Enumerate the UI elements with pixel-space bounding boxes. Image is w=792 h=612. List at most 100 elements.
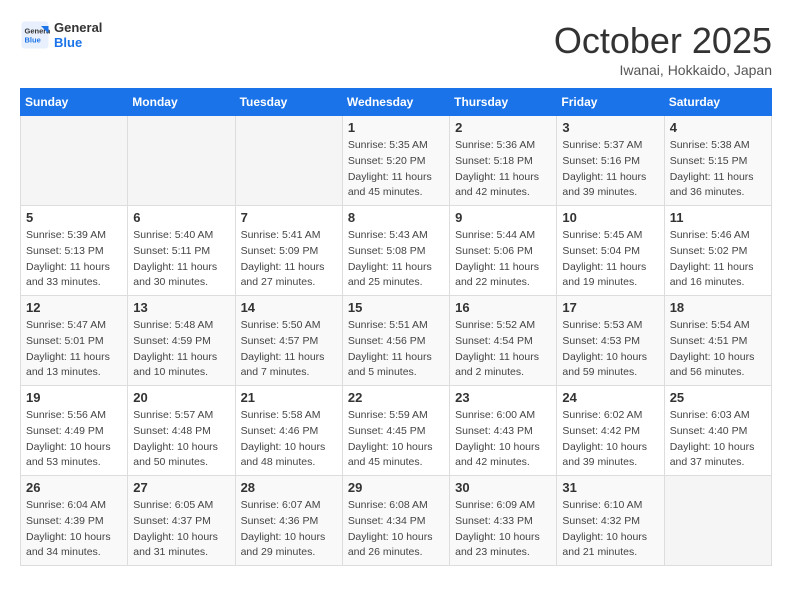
day-number: 30 bbox=[455, 480, 551, 495]
day-number: 24 bbox=[562, 390, 658, 405]
day-info: Sunrise: 5:48 AMSunset: 4:59 PMDaylight:… bbox=[133, 318, 229, 381]
calendar-cell: 19 Sunrise: 5:56 AMSunset: 4:49 PMDayligh… bbox=[21, 386, 128, 476]
day-info: Sunrise: 6:08 AMSunset: 4:34 PMDaylight:… bbox=[348, 498, 444, 561]
day-number: 19 bbox=[26, 390, 122, 405]
day-info: Sunrise: 5:35 AMSunset: 5:20 PMDaylight:… bbox=[348, 138, 444, 201]
day-number: 7 bbox=[241, 210, 337, 225]
day-number: 21 bbox=[241, 390, 337, 405]
calendar-week-row: 5 Sunrise: 5:39 AMSunset: 5:13 PMDaylight… bbox=[21, 206, 772, 296]
calendar-cell: 8Sunrise: 5:43 AMSunset: 5:08 PMDaylight… bbox=[342, 206, 449, 296]
day-number: 8 bbox=[348, 210, 444, 225]
weekday-header: Wednesday bbox=[342, 89, 449, 116]
calendar-cell: 26Sunrise: 6:04 AMSunset: 4:39 PMDayligh… bbox=[21, 476, 128, 566]
logo: General Blue General Blue bbox=[20, 20, 102, 50]
calendar-week-row: 12 Sunrise: 5:47 AMSunset: 5:01 PMDayligh… bbox=[21, 296, 772, 386]
day-number: 5 bbox=[26, 210, 122, 225]
day-info: Sunrise: 5:59 AMSunset: 4:45 PMDaylight:… bbox=[348, 408, 444, 471]
svg-text:Blue: Blue bbox=[25, 36, 41, 45]
page-header: General Blue General Blue October 2025 I… bbox=[20, 20, 772, 78]
day-info: Sunrise: 6:02 AMSunset: 4:42 PMDaylight:… bbox=[562, 408, 658, 471]
weekday-header: Saturday bbox=[664, 89, 771, 116]
day-info: Sunrise: 6:05 AMSunset: 4:37 PMDaylight:… bbox=[133, 498, 229, 561]
day-info: Sunrise: 5:39 AMSunset: 5:13 PMDaylight:… bbox=[26, 228, 122, 291]
day-number: 3 bbox=[562, 120, 658, 135]
calendar-week-row: 19 Sunrise: 5:56 AMSunset: 4:49 PMDayligh… bbox=[21, 386, 772, 476]
day-number: 20 bbox=[133, 390, 229, 405]
day-info: Sunrise: 5:56 AMSunset: 4:49 PMDaylight:… bbox=[26, 408, 122, 471]
day-number: 18 bbox=[670, 300, 766, 315]
day-number: 28 bbox=[241, 480, 337, 495]
location: Iwanai, Hokkaido, Japan bbox=[554, 62, 772, 78]
calendar-table: SundayMondayTuesdayWednesdayThursdayFrid… bbox=[20, 88, 772, 566]
day-number: 16 bbox=[455, 300, 551, 315]
weekday-header: Thursday bbox=[450, 89, 557, 116]
calendar-cell: 23Sunrise: 6:00 AMSunset: 4:43 PMDayligh… bbox=[450, 386, 557, 476]
calendar-cell bbox=[235, 116, 342, 206]
calendar-cell: 18 Sunrise: 5:54 AMSunset: 4:51 PMDayligh… bbox=[664, 296, 771, 386]
day-info: Sunrise: 5:50 AMSunset: 4:57 PMDaylight:… bbox=[241, 318, 337, 381]
calendar-cell: 10 Sunrise: 5:45 AMSunset: 5:04 PMDayligh… bbox=[557, 206, 664, 296]
calendar-cell: 1Sunrise: 5:35 AMSunset: 5:20 PMDaylight… bbox=[342, 116, 449, 206]
calendar-cell bbox=[128, 116, 235, 206]
day-number: 31 bbox=[562, 480, 658, 495]
calendar-cell: 20Sunrise: 5:57 AMSunset: 4:48 PMDayligh… bbox=[128, 386, 235, 476]
logo-icon: General Blue bbox=[20, 20, 50, 50]
month-title: October 2025 bbox=[554, 20, 772, 62]
day-number: 6 bbox=[133, 210, 229, 225]
calendar-cell: 6 Sunrise: 5:40 AMSunset: 5:11 PMDaylight… bbox=[128, 206, 235, 296]
calendar-cell: 9 Sunrise: 5:44 AMSunset: 5:06 PMDaylight… bbox=[450, 206, 557, 296]
day-info: Sunrise: 5:40 AMSunset: 5:11 PMDaylight:… bbox=[133, 228, 229, 291]
weekday-header-row: SundayMondayTuesdayWednesdayThursdayFrid… bbox=[21, 89, 772, 116]
calendar-cell: 28 Sunrise: 6:07 AMSunset: 4:36 PMDayligh… bbox=[235, 476, 342, 566]
day-info: Sunrise: 5:45 AMSunset: 5:04 PMDaylight:… bbox=[562, 228, 658, 291]
day-number: 13 bbox=[133, 300, 229, 315]
calendar-cell bbox=[664, 476, 771, 566]
calendar-cell: 3Sunrise: 5:37 AMSunset: 5:16 PMDaylight… bbox=[557, 116, 664, 206]
day-number: 15 bbox=[348, 300, 444, 315]
day-number: 2 bbox=[455, 120, 551, 135]
weekday-header: Sunday bbox=[21, 89, 128, 116]
calendar-cell: 27 Sunrise: 6:05 AMSunset: 4:37 PMDayligh… bbox=[128, 476, 235, 566]
day-info: Sunrise: 5:51 AMSunset: 4:56 PMDaylight:… bbox=[348, 318, 444, 381]
day-info: Sunrise: 5:38 AMSunset: 5:15 PMDaylight:… bbox=[670, 138, 766, 201]
day-info: Sunrise: 6:07 AMSunset: 4:36 PMDaylight:… bbox=[241, 498, 337, 561]
day-number: 17 bbox=[562, 300, 658, 315]
day-info: Sunrise: 5:47 AMSunset: 5:01 PMDaylight:… bbox=[26, 318, 122, 381]
day-number: 27 bbox=[133, 480, 229, 495]
calendar-week-row: 1Sunrise: 5:35 AMSunset: 5:20 PMDaylight… bbox=[21, 116, 772, 206]
day-info: Sunrise: 5:54 AMSunset: 4:51 PMDaylight:… bbox=[670, 318, 766, 381]
calendar-cell: 2 Sunrise: 5:36 AMSunset: 5:18 PMDaylight… bbox=[450, 116, 557, 206]
title-block: October 2025 Iwanai, Hokkaido, Japan bbox=[554, 20, 772, 78]
day-number: 4 bbox=[670, 120, 766, 135]
day-info: Sunrise: 5:52 AMSunset: 4:54 PMDaylight:… bbox=[455, 318, 551, 381]
day-number: 26 bbox=[26, 480, 122, 495]
day-number: 9 bbox=[455, 210, 551, 225]
weekday-header: Monday bbox=[128, 89, 235, 116]
day-number: 11 bbox=[670, 210, 766, 225]
calendar-cell: 24 Sunrise: 6:02 AMSunset: 4:42 PMDayligh… bbox=[557, 386, 664, 476]
calendar-cell: 14Sunrise: 5:50 AMSunset: 4:57 PMDayligh… bbox=[235, 296, 342, 386]
day-number: 10 bbox=[562, 210, 658, 225]
logo-line1: General bbox=[54, 20, 102, 35]
calendar-cell: 4 Sunrise: 5:38 AMSunset: 5:15 PMDaylight… bbox=[664, 116, 771, 206]
day-info: Sunrise: 6:10 AMSunset: 4:32 PMDaylight:… bbox=[562, 498, 658, 561]
day-info: Sunrise: 6:03 AMSunset: 4:40 PMDaylight:… bbox=[670, 408, 766, 471]
day-info: Sunrise: 5:44 AMSunset: 5:06 PMDaylight:… bbox=[455, 228, 551, 291]
day-info: Sunrise: 6:09 AMSunset: 4:33 PMDaylight:… bbox=[455, 498, 551, 561]
calendar-cell: 30 Sunrise: 6:09 AMSunset: 4:33 PMDayligh… bbox=[450, 476, 557, 566]
day-number: 22 bbox=[348, 390, 444, 405]
day-info: Sunrise: 5:41 AMSunset: 5:09 PMDaylight:… bbox=[241, 228, 337, 291]
day-info: Sunrise: 6:00 AMSunset: 4:43 PMDaylight:… bbox=[455, 408, 551, 471]
calendar-cell: 21 Sunrise: 5:58 AMSunset: 4:46 PMDayligh… bbox=[235, 386, 342, 476]
day-info: Sunrise: 5:58 AMSunset: 4:46 PMDaylight:… bbox=[241, 408, 337, 471]
calendar-cell bbox=[21, 116, 128, 206]
calendar-cell: 25Sunrise: 6:03 AMSunset: 4:40 PMDayligh… bbox=[664, 386, 771, 476]
day-number: 12 bbox=[26, 300, 122, 315]
calendar-cell: 22 Sunrise: 5:59 AMSunset: 4:45 PMDayligh… bbox=[342, 386, 449, 476]
day-info: Sunrise: 5:36 AMSunset: 5:18 PMDaylight:… bbox=[455, 138, 551, 201]
day-info: Sunrise: 5:46 AMSunset: 5:02 PMDaylight:… bbox=[670, 228, 766, 291]
day-info: Sunrise: 5:53 AMSunset: 4:53 PMDaylight:… bbox=[562, 318, 658, 381]
calendar-cell: 11 Sunrise: 5:46 AMSunset: 5:02 PMDayligh… bbox=[664, 206, 771, 296]
calendar-cell: 12 Sunrise: 5:47 AMSunset: 5:01 PMDayligh… bbox=[21, 296, 128, 386]
weekday-header: Tuesday bbox=[235, 89, 342, 116]
